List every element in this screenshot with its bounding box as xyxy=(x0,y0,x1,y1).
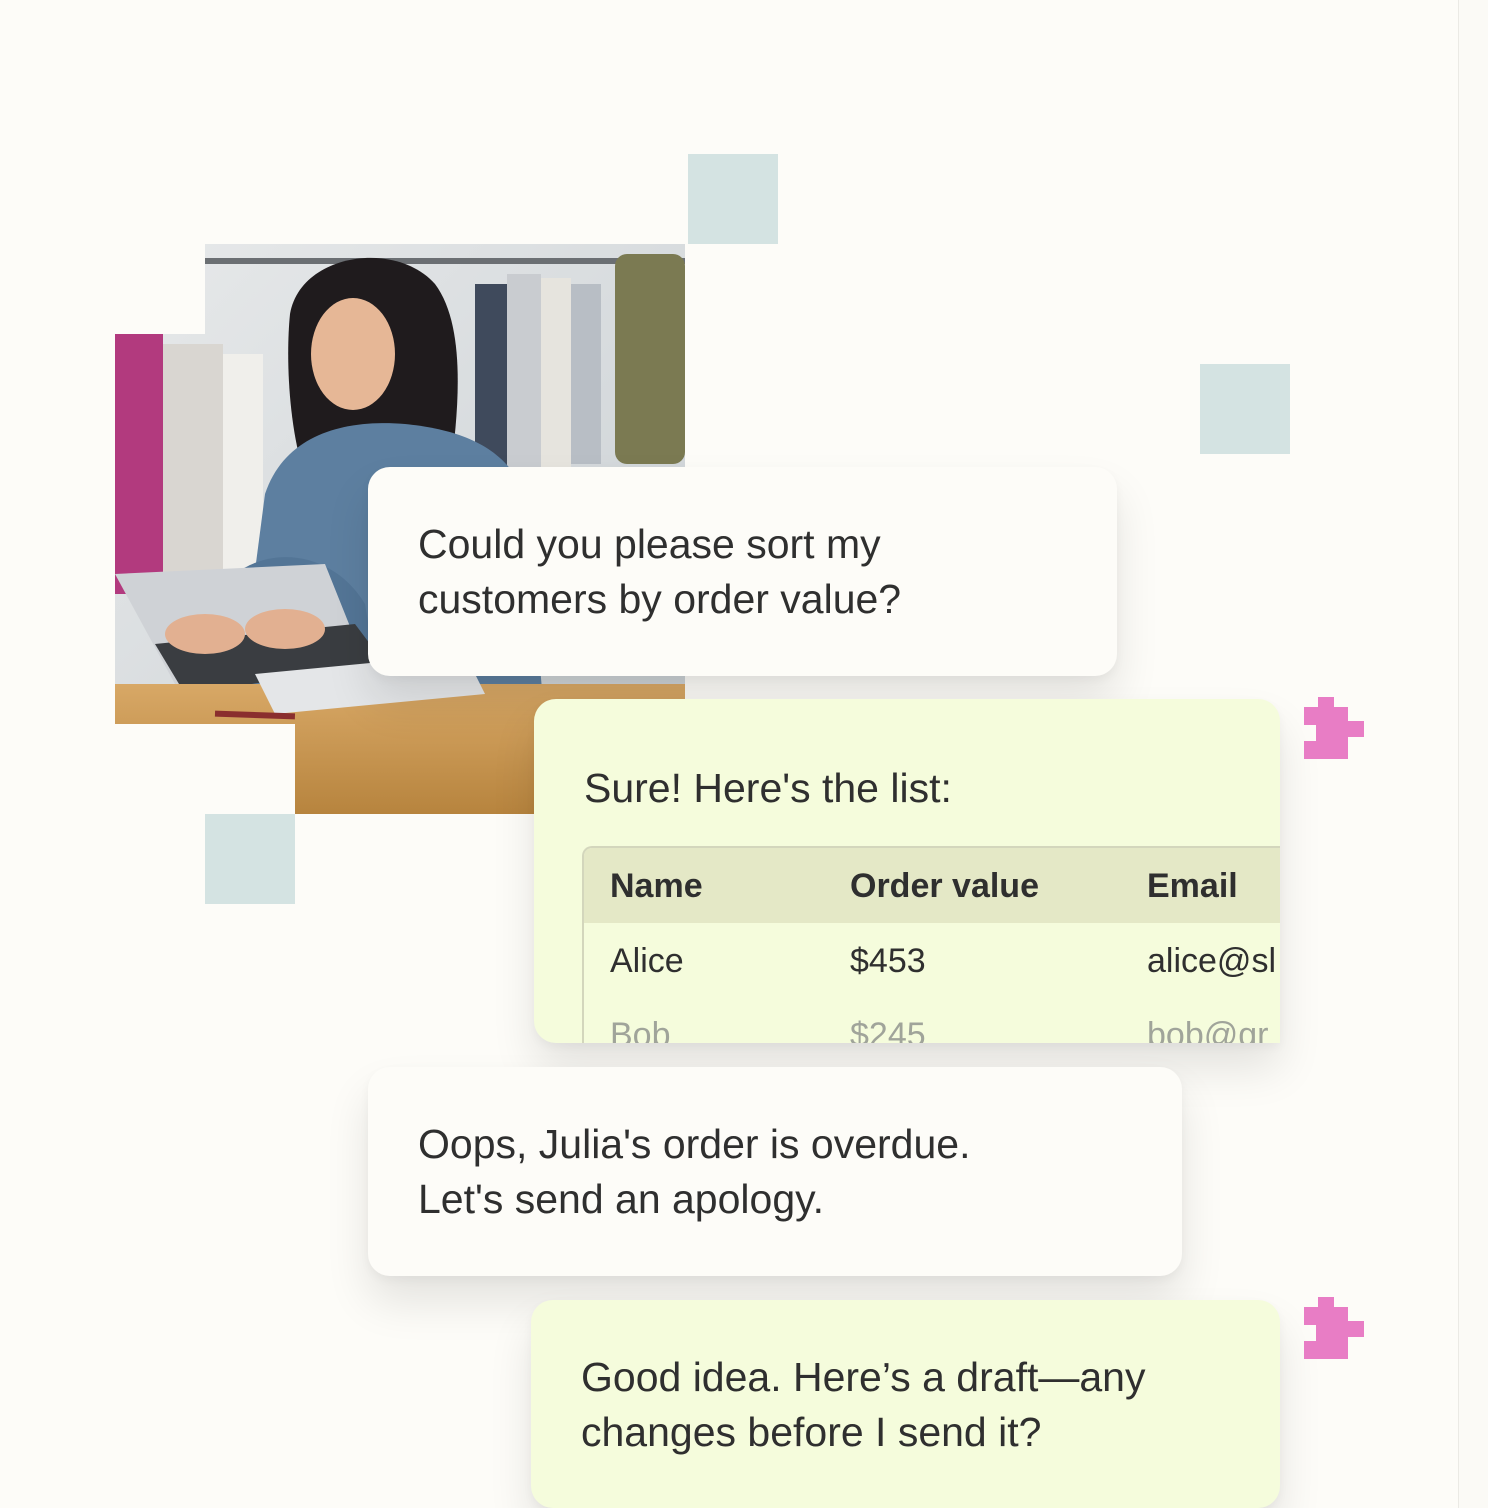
column-header-order-value[interactable]: Order value xyxy=(850,867,1039,906)
decorative-square xyxy=(1200,364,1290,454)
decorative-square xyxy=(688,154,778,244)
scrollbar-track[interactable] xyxy=(1458,0,1488,1508)
assistant-message-bubble: Good idea. Here’s a draft—any changes be… xyxy=(531,1300,1280,1508)
assistant-message-text: Good idea. Here’s a draft—any changes be… xyxy=(581,1354,1146,1455)
user-message-text: Oops, Julia's order is overdue. Let's se… xyxy=(418,1121,971,1222)
table-cell-name: Alice xyxy=(610,942,684,980)
table-cell-email: bob@gr xyxy=(1147,1016,1269,1043)
customer-table: Name Order value Email Alice $453 alice@… xyxy=(582,846,1280,1043)
user-message-text: Could you please sort my customers by or… xyxy=(418,521,902,622)
table-cell-name: Bob xyxy=(610,1016,671,1043)
decorative-square xyxy=(205,814,295,904)
assistant-message-bubble: Sure! Here's the list: Name Order value … xyxy=(534,699,1280,1043)
column-header-name[interactable]: Name xyxy=(610,867,703,906)
assistant-message-text: Sure! Here's the list: xyxy=(584,765,952,811)
puzzle-piece-icon xyxy=(1304,1297,1366,1364)
column-header-email[interactable]: Email xyxy=(1147,867,1238,906)
user-message-bubble: Oops, Julia's order is overdue. Let's se… xyxy=(368,1067,1182,1276)
user-message-bubble: Could you please sort my customers by or… xyxy=(368,467,1117,676)
table-cell-order-value: $453 xyxy=(850,942,926,980)
table-cell-email: alice@sl xyxy=(1147,942,1276,980)
puzzle-piece-icon xyxy=(1304,697,1366,764)
table-cell-order-value: $245 xyxy=(850,1016,926,1043)
